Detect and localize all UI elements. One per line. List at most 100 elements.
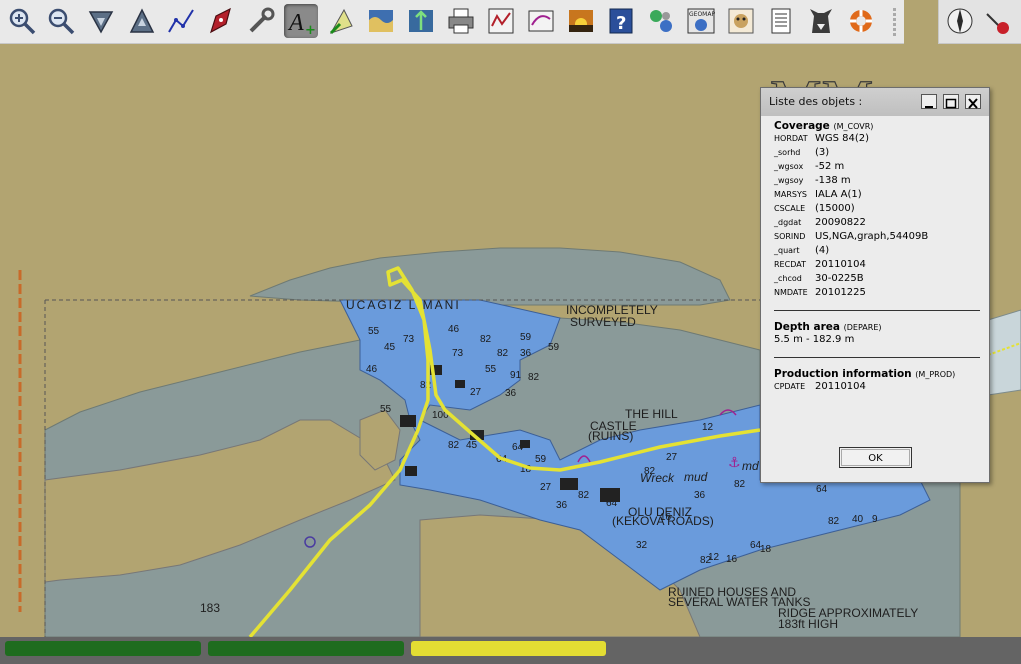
- wrench-icon: [249, 7, 275, 33]
- coverage-key: CSCALE: [774, 204, 806, 213]
- maximize-button[interactable]: [943, 94, 959, 109]
- coverage-value: WGS 84(2): [815, 133, 870, 144]
- layer-button[interactable]: [524, 4, 558, 38]
- coverage-value: 20110104: [815, 259, 866, 270]
- depth-area-code: (DEPARE): [843, 323, 882, 332]
- geomap-button[interactable]: GEOMAP: [684, 4, 718, 38]
- coverage-row: RECDAT 20110104: [774, 258, 979, 272]
- anchor-icon: ⚓: [728, 455, 741, 471]
- sunset-icon: [569, 10, 593, 32]
- zoom-in-button[interactable]: [5, 4, 39, 38]
- depth-sounding: 82: [644, 466, 656, 477]
- depth-area-title: Depth area: [774, 321, 840, 333]
- close-button[interactable]: [965, 94, 981, 109]
- depth-sounding: 46: [448, 324, 460, 335]
- depth-sounding: 9: [872, 514, 878, 525]
- production-attributes: CPDATE 20110104: [774, 380, 979, 394]
- depth-sounding: 82: [528, 372, 540, 383]
- geomap-icon: GEOMAP: [687, 8, 715, 34]
- coverage-row: _sorhd (3): [774, 146, 979, 160]
- coverage-key: HORDAT: [774, 134, 808, 143]
- minimize-icon: [925, 106, 933, 108]
- coverage-value: (3): [815, 147, 830, 158]
- help-button[interactable]: ?: [604, 4, 638, 38]
- coverage-row: _quart (4): [774, 244, 979, 258]
- depth-sounding: 55: [485, 364, 497, 375]
- depth-sounding: 82: [497, 348, 509, 359]
- text-add-icon: A +: [287, 10, 316, 36]
- dog-button[interactable]: [804, 4, 838, 38]
- status-segment-2: [208, 641, 404, 656]
- svg-text:A: A: [287, 10, 304, 36]
- sunset-button[interactable]: [564, 4, 598, 38]
- mob-icon: [728, 8, 754, 34]
- text-button[interactable]: A +: [284, 4, 318, 38]
- depth-area-section-title: Depth area (DEPARE): [774, 321, 979, 333]
- coverage-section-title: Coverage (M_COVR): [774, 120, 979, 132]
- ship-icon: [209, 7, 231, 34]
- dialog-titlebar[interactable]: Liste des objets :: [761, 88, 989, 116]
- gps-button[interactable]: [644, 4, 678, 38]
- notes-button[interactable]: [764, 4, 798, 38]
- depth-sounding: 73: [452, 348, 464, 359]
- depth-sounding: 59: [548, 342, 560, 353]
- minimize-button[interactable]: [921, 94, 937, 109]
- route-manager-button[interactable]: [484, 4, 518, 38]
- object-list-dialog: Liste des objets : Coverage (M_COVR) HOR…: [760, 87, 990, 483]
- coverage-attributes: HORDAT WGS 84(2) _sorhd (3) _wgsox -52 m _wgso…: [774, 132, 979, 300]
- track-button[interactable]: [324, 4, 358, 38]
- settings-button[interactable]: [244, 4, 278, 38]
- depth-sounding: 45: [466, 440, 478, 451]
- coverage-key: RECDAT: [774, 260, 806, 269]
- production-row: CPDATE 20110104: [774, 380, 979, 394]
- close-icon: [968, 98, 978, 109]
- compass-icon: [947, 8, 973, 34]
- coverage-value: 30-0225B: [815, 273, 864, 284]
- compass-button[interactable]: [943, 4, 977, 38]
- depth-sounding: 59: [535, 454, 547, 465]
- coverage-value: 20090822: [815, 217, 866, 228]
- label-mud-2: md: [742, 459, 759, 473]
- depth-sounding: 32: [636, 540, 648, 551]
- depth-sounding: 27: [666, 452, 678, 463]
- lifebuoy-button[interactable]: [844, 4, 878, 38]
- main-toolbar: A + ? GEOMAP: [0, 0, 904, 44]
- coverage-key: MARSYS: [774, 190, 807, 199]
- coverage-value: (15000): [815, 203, 855, 214]
- depth-sounding: 12: [702, 422, 714, 433]
- mob-button[interactable]: [724, 4, 758, 38]
- coverage-value: (4): [815, 245, 830, 256]
- depth-sounding: 36: [556, 500, 568, 511]
- coverage-row: MARSYS IALA A(1): [774, 188, 979, 202]
- track-icon: [329, 8, 353, 35]
- separator: [774, 357, 980, 358]
- status-toolbar: [938, 0, 1021, 44]
- zoom-out-button[interactable]: [44, 4, 78, 38]
- separator: [774, 310, 980, 311]
- depth-sounding: 64: [816, 484, 828, 495]
- toolbar-grip[interactable]: [893, 6, 899, 38]
- print-button[interactable]: [444, 4, 478, 38]
- route-button[interactable]: [164, 4, 198, 38]
- coverage-key: _wgsox: [774, 162, 804, 171]
- tide-button[interactable]: [364, 4, 398, 38]
- ship-button[interactable]: [204, 4, 238, 38]
- production-section-title: Production information (M_PROD): [774, 368, 979, 380]
- label-mud: mud: [684, 470, 708, 484]
- current-button[interactable]: [404, 4, 438, 38]
- depth-sounding: 45: [384, 342, 396, 353]
- scale-down-button[interactable]: [84, 4, 118, 38]
- status-segment-1: [5, 641, 201, 656]
- label-surveyed: SURVEYED: [570, 315, 636, 329]
- scale-up-button[interactable]: [125, 4, 159, 38]
- depth-sounding: 91: [510, 370, 522, 381]
- route-icon: [168, 9, 194, 33]
- dog-icon: [810, 9, 832, 33]
- depth-sounding: 82: [578, 490, 590, 501]
- depth-sounding: 73: [403, 334, 415, 345]
- ok-button[interactable]: OK: [839, 447, 912, 468]
- coverage-key: _quart: [774, 246, 800, 255]
- position-status-button[interactable]: [979, 4, 1013, 38]
- depth-area-value: 5.5 m - 182.9 m: [774, 334, 855, 345]
- coverage-row: SORIND US,NGA,graph,54409B: [774, 230, 979, 244]
